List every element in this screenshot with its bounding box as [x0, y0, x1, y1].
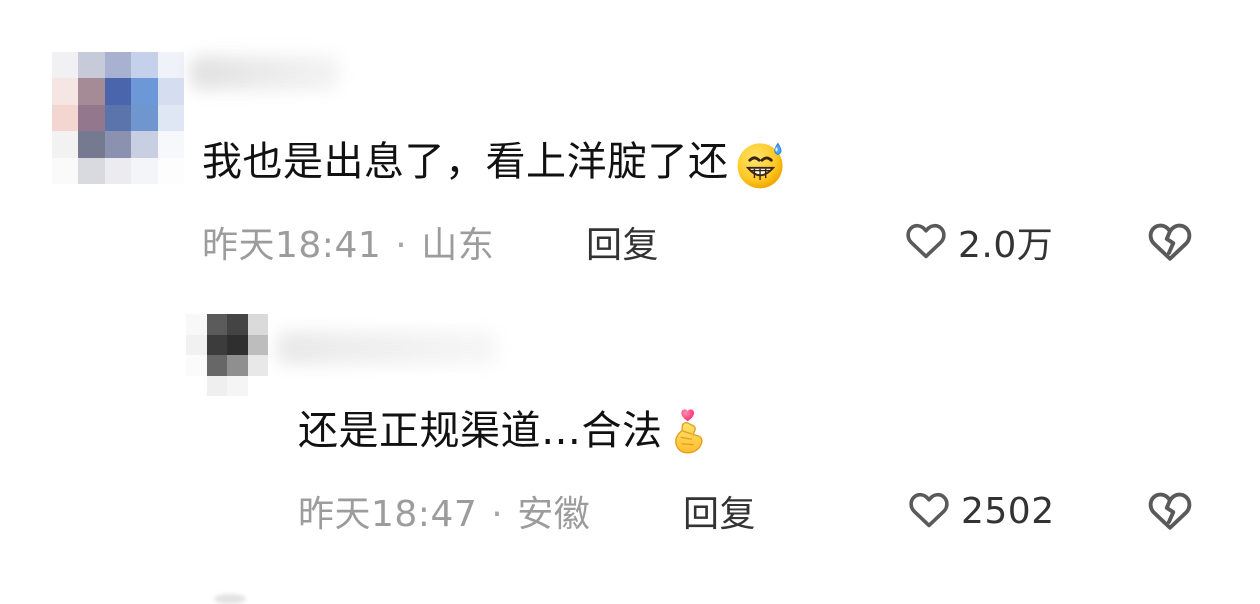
reply-comment-item: 还是正规渠道…合法 昨天18:47 · 安徽 回复 2502	[0, 0, 1260, 601]
comment-time: 昨天18:47	[298, 494, 478, 535]
broken-heart-icon[interactable]	[1144, 484, 1196, 536]
comment-location: 安徽	[517, 494, 591, 535]
comment-text: 还是正规渠道…合法	[298, 398, 725, 463]
like-button[interactable]: 2502	[905, 485, 1055, 537]
heart-outline-icon[interactable]	[905, 485, 953, 537]
meta-separator: ·	[491, 494, 504, 535]
comment-meta: 昨天18:47 · 安徽	[298, 485, 590, 537]
finger-heart-emoji	[665, 403, 725, 463]
next-avatar-peek	[214, 594, 246, 604]
comment-text-content: 还是正规渠道…合法	[298, 408, 663, 454]
avatar[interactable]	[186, 314, 268, 396]
like-count: 2502	[961, 490, 1055, 532]
username-redacted	[277, 331, 497, 365]
reply-button[interactable]: 回复	[683, 485, 756, 537]
